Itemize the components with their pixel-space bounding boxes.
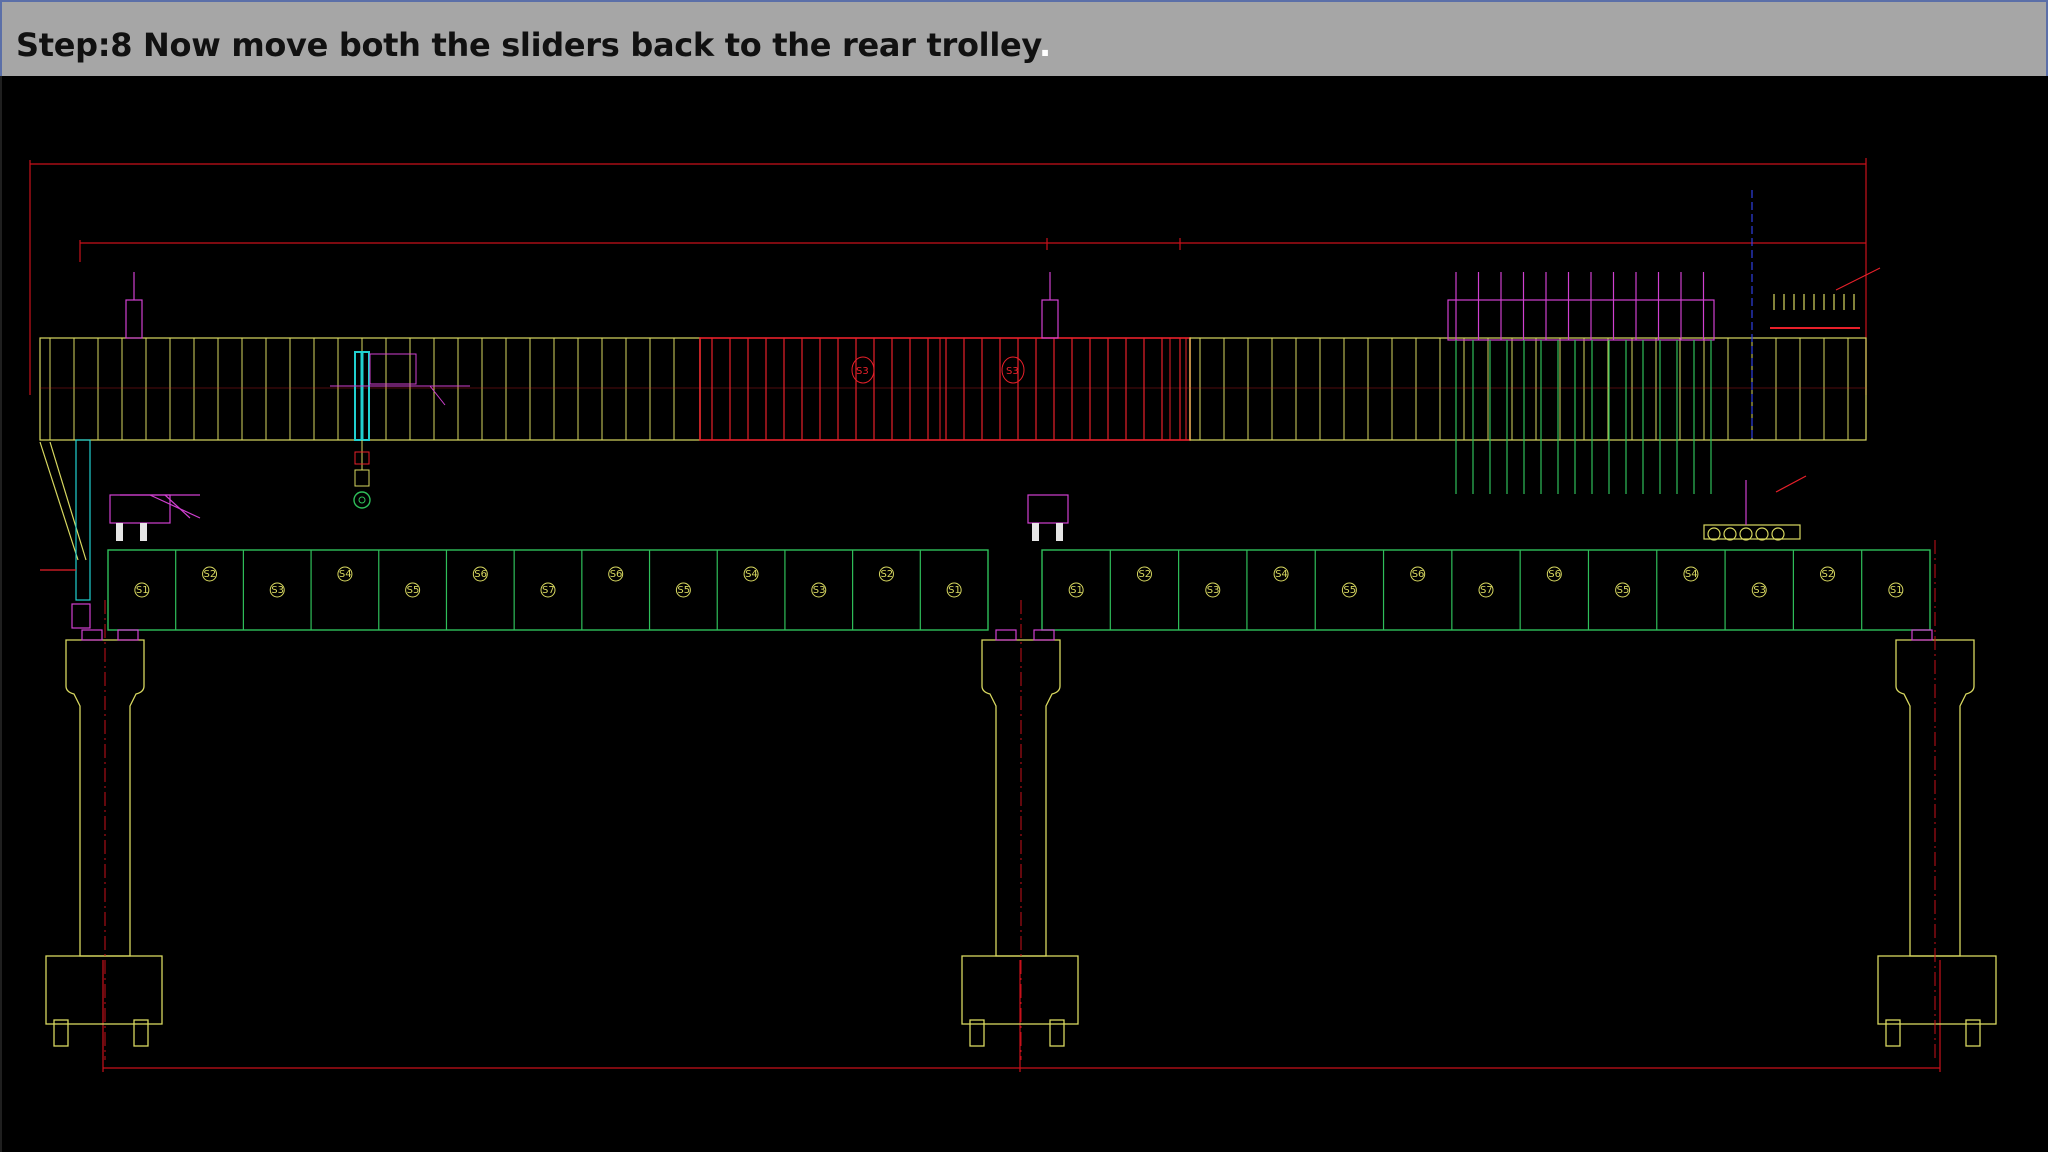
segment-label: S1 [948,585,961,596]
segment-label: S2 [1138,569,1151,580]
segment-label: S5 [1617,585,1630,596]
segment-label: S4 [1685,569,1698,580]
segment-label: S2 [880,569,893,580]
segment-label: S3 [813,585,826,596]
segment-label: S5 [1343,585,1356,596]
pier-pedestals [81,629,1933,641]
segment-label: S6 [1548,569,1561,580]
segment-label: S6 [474,569,487,580]
girder-label: S3 [1006,366,1019,377]
rear-trolley-hanger [330,351,470,509]
deck-segments: S1 S2 S3 S4 S5 S6 S7 S6 S5 S4 S3 S2 S1 S1 S2 S3 S4 S5 S6 S… [107,549,1931,631]
segment-label: S1 [1070,585,1083,596]
segment-label: S6 [610,569,623,580]
segment-label: S4 [1275,569,1288,580]
segment-label: S5 [677,585,690,596]
segment-label: S3 [1753,585,1766,596]
front-support-wheels [1703,475,1807,541]
segment-label: S2 [204,569,217,580]
segment-label: S7 [542,585,555,596]
segment-label: S4 [339,569,352,580]
segment-label: S1 [1890,585,1903,596]
slide: Step:8 Now move both the sliders back to… [0,0,2048,1152]
support-posts [116,523,1063,541]
front-nose-truss [1447,190,1881,494]
support-frames [109,272,1069,524]
segment-label: S2 [1822,569,1835,580]
segment-label: S1 [136,585,149,596]
segment-label: S6 [1412,569,1425,580]
segment-label: S7 [1480,585,1493,596]
dimension-lines [29,158,1941,1072]
cad-drawing: S3 S3 S1S2S3S4S5S6S7S6S5S4S3S2S1 S1S2S3S… [29,158,1997,1072]
segment-label: S5 [407,585,420,596]
rear-support-arm [39,439,91,629]
segment-label: S4 [745,569,758,580]
segment-label: S3 [271,585,284,596]
girder-label: S3 [856,366,869,377]
pier-right [1877,639,1997,1047]
segment-label: S3 [1207,585,1220,596]
pier-left [45,639,163,1047]
